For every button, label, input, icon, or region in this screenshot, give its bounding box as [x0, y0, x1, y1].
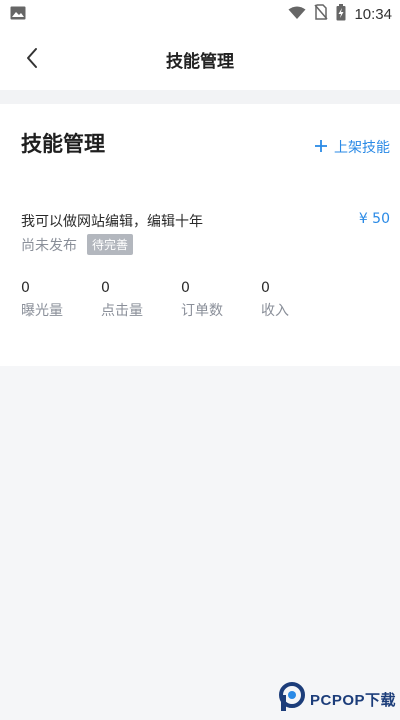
stat-exposure: 0 曝光量 [21, 280, 101, 320]
status-badge[interactable]: 待完善 [87, 234, 134, 255]
page-title: 技能管理 [166, 51, 234, 72]
stat-income: 0 收入 [261, 280, 341, 320]
add-skill-button[interactable]: 上架技能 [314, 137, 390, 157]
stat-label: 收入 [261, 303, 289, 319]
battery-charging-icon [336, 3, 346, 25]
skill-name[interactable]: 我可以做网站编辑，编辑十年 [21, 211, 203, 231]
watermark: PCPOP下载 [278, 682, 396, 716]
stat-value: 0 [261, 280, 270, 296]
plus-icon [314, 138, 328, 157]
stat-value: 0 [101, 280, 110, 296]
skill-card: 技能管理 上架技能 我可以做网站编辑，编辑十年 ¥ 50 尚未发布 待完善 0 … [0, 104, 400, 366]
stat-clicks: 0 点击量 [101, 280, 181, 320]
section-title: 技能管理 [21, 132, 105, 156]
watermark-text: PCPOP下载 [309, 691, 396, 709]
screen: 10:34 技能管理 技能管理 上架技能 我可以做网站编辑，编辑十年 ¥ 50 … [0, 0, 400, 720]
divider [0, 90, 400, 104]
skill-price: ¥ 50 [358, 211, 390, 227]
status-bar: 10:34 [0, 0, 400, 28]
app-header: 技能管理 [0, 28, 400, 90]
no-sim-icon [314, 4, 329, 24]
publish-status: 尚未发布 [21, 237, 77, 254]
status-time: 10:34 [354, 5, 392, 23]
stat-value: 0 [181, 280, 190, 296]
stat-label: 订单数 [181, 303, 223, 319]
wifi-icon [288, 5, 306, 24]
back-button[interactable] [18, 46, 46, 74]
add-skill-label: 上架技能 [334, 140, 390, 156]
watermark-logo-icon [278, 682, 306, 716]
image-icon [10, 5, 26, 24]
stat-value: 0 [21, 280, 30, 296]
stat-label: 曝光量 [21, 303, 63, 319]
skill-stats: 0 曝光量 0 点击量 0 订单数 0 收入 [21, 280, 341, 320]
stat-orders: 0 订单数 [181, 280, 261, 320]
chevron-left-icon [25, 47, 39, 73]
skill-status-row: 尚未发布 待完善 [21, 234, 134, 255]
stat-label: 点击量 [101, 303, 143, 319]
